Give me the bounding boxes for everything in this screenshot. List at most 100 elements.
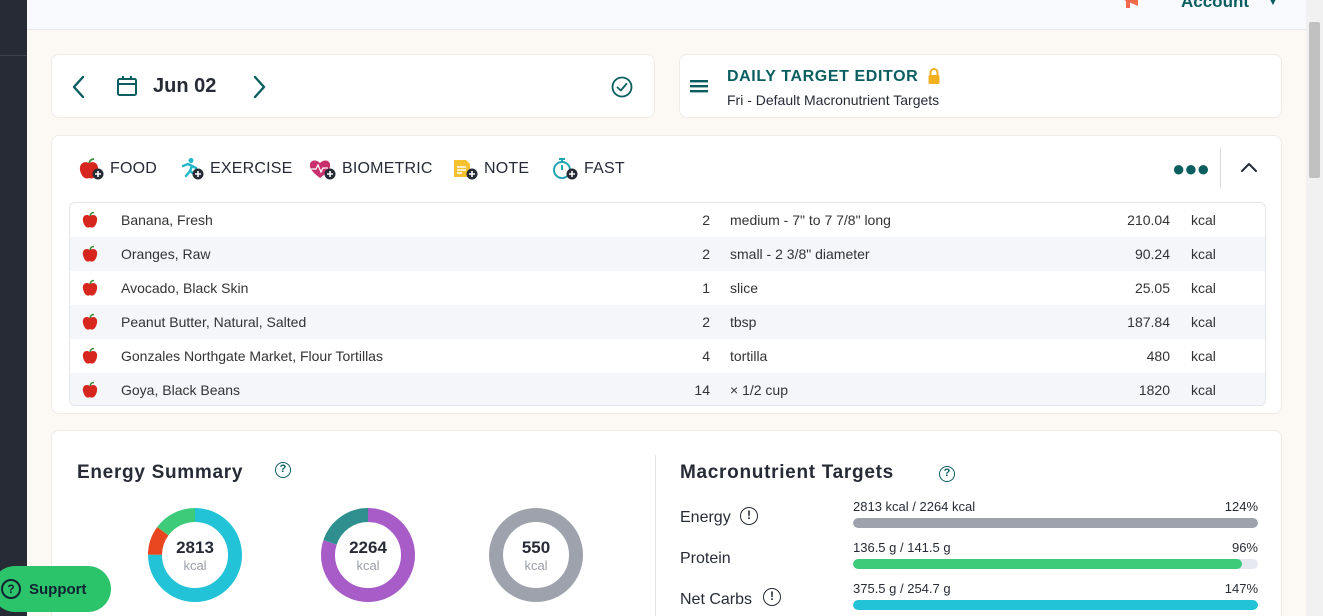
entry-unit: × 1/2 cup bbox=[730, 382, 788, 398]
entry-calorie-unit: kcal bbox=[1191, 246, 1216, 262]
target-editor-subtitle: Fri - Default Macronutrient Targets bbox=[727, 92, 940, 108]
entry-quantity: 2 bbox=[702, 314, 710, 330]
remaining-unit: kcal bbox=[524, 558, 548, 573]
energy-summary-title: Energy Summary bbox=[77, 462, 244, 483]
info-icon[interactable]: ! bbox=[763, 588, 781, 606]
entry-calorie-unit: kcal bbox=[1191, 314, 1216, 330]
energy-target-label: Energy bbox=[680, 509, 731, 526]
calendar-icon[interactable] bbox=[116, 75, 138, 97]
table-row[interactable]: Oranges, Raw 2 small - 2 3/8" diameter 9… bbox=[70, 237, 1265, 271]
target-editor-title: DAILY TARGET EDITOR bbox=[727, 68, 919, 85]
entry-calorie-unit: kcal bbox=[1191, 212, 1216, 228]
energy-target-percent: 124% bbox=[1224, 499, 1258, 514]
table-row[interactable]: Gonzales Northgate Market, Flour Tortill… bbox=[70, 339, 1265, 373]
current-date[interactable]: Jun 02 bbox=[153, 75, 216, 98]
entry-name: Oranges, Raw bbox=[121, 246, 211, 262]
entry-unit: slice bbox=[730, 280, 759, 296]
entry-quantity: 4 bbox=[702, 348, 710, 364]
runner-add-icon bbox=[181, 158, 204, 180]
scrollbar[interactable] bbox=[1306, 0, 1323, 616]
diary-entries-table: Banana, Fresh 2 medium - 7" to 7 7/8" lo… bbox=[69, 202, 1266, 406]
entry-name: Avocado, Black Skin bbox=[121, 280, 249, 296]
table-row[interactable]: Avocado, Black Skin 1 slice 25.05 kcal bbox=[70, 271, 1265, 305]
entry-unit: tortilla bbox=[730, 348, 768, 364]
add-biometric-label: BIOMETRIC bbox=[342, 160, 433, 177]
top-bar: Account ▼ bbox=[27, 0, 1306, 30]
toolbar-divider bbox=[1220, 148, 1221, 188]
column-divider bbox=[655, 455, 656, 616]
apple-icon bbox=[82, 313, 98, 330]
add-fast-button[interactable]: FAST bbox=[552, 156, 625, 182]
net-carbs-target-values: 375.5 g / 254.7 g bbox=[853, 581, 951, 596]
burned-donut[interactable]: 2264 kcal bbox=[318, 505, 418, 605]
lock-icon bbox=[928, 68, 940, 84]
daily-target-editor[interactable]: DAILY TARGET EDITOR Fri - Default Macron… bbox=[679, 54, 1282, 118]
chevron-left-icon[interactable] bbox=[70, 74, 88, 100]
energy-progress-bar bbox=[853, 518, 1258, 528]
entry-calories: 25.05 bbox=[1134, 280, 1170, 296]
entry-name: Banana, Fresh bbox=[121, 212, 213, 228]
chevron-down-icon[interactable]: ▼ bbox=[1267, 0, 1279, 8]
entry-calorie-unit: kcal bbox=[1191, 382, 1216, 398]
apple-icon bbox=[82, 279, 98, 296]
chevron-up-icon[interactable] bbox=[1240, 161, 1258, 173]
add-exercise-button[interactable]: EXERCISE bbox=[178, 156, 293, 182]
heart-pulse-add-icon bbox=[309, 160, 336, 180]
more-options-icon[interactable]: ●●● bbox=[1172, 156, 1210, 182]
protein-target-percent: 96% bbox=[1231, 540, 1258, 555]
burned-unit: kcal bbox=[356, 558, 380, 573]
help-icon[interactable]: ? bbox=[275, 462, 291, 478]
apple-add-icon bbox=[79, 158, 104, 180]
apple-icon bbox=[82, 381, 98, 398]
add-biometric-button[interactable]: BIOMETRIC bbox=[308, 156, 433, 182]
macronutrient-targets-title: Macronutrient Targets bbox=[680, 462, 894, 483]
entry-calories: 480 bbox=[1146, 348, 1170, 364]
day-complete-check-icon[interactable] bbox=[610, 75, 634, 99]
remaining-donut[interactable]: 550 kcal bbox=[486, 505, 586, 605]
entry-quantity: 2 bbox=[702, 246, 710, 262]
protein-progress-bar bbox=[853, 559, 1258, 569]
add-note-button[interactable]: NOTE bbox=[452, 156, 529, 182]
sidebar-divider bbox=[0, 55, 27, 56]
help-icon[interactable]: ? bbox=[939, 466, 955, 482]
question-icon: ? bbox=[1, 579, 21, 599]
support-button[interactable]: ? Support bbox=[0, 566, 111, 612]
entry-calories: 210.04 bbox=[1127, 212, 1170, 228]
menu-icon[interactable] bbox=[689, 77, 709, 95]
summary-panel: Energy Summary ? 2813 kcal 2264 kcal 550… bbox=[51, 430, 1282, 616]
note-add-icon bbox=[454, 160, 478, 180]
apple-icon bbox=[82, 245, 98, 262]
add-fast-label: FAST bbox=[584, 160, 625, 177]
entry-name: Peanut Butter, Natural, Salted bbox=[121, 314, 307, 330]
entry-quantity: 2 bbox=[702, 212, 710, 228]
left-sidebar bbox=[0, 0, 27, 616]
info-icon[interactable]: ! bbox=[740, 507, 758, 525]
entry-unit: medium - 7" to 7 7/8" long bbox=[730, 212, 891, 228]
entry-calories: 187.84 bbox=[1127, 314, 1170, 330]
add-exercise-label: EXERCISE bbox=[210, 160, 293, 177]
chevron-right-icon[interactable] bbox=[250, 74, 268, 100]
food-diary: FOOD EXERCISE BIOMETRIC NOTE FAST ●●● Ba… bbox=[51, 135, 1282, 414]
burned-value: 2264 bbox=[349, 538, 387, 557]
notification-icon[interactable] bbox=[1120, 0, 1146, 12]
entry-quantity: 1 bbox=[702, 280, 710, 296]
entry-name: Gonzales Northgate Market, Flour Tortill… bbox=[121, 348, 383, 364]
account-menu[interactable]: Account bbox=[1181, 0, 1249, 12]
apple-icon bbox=[82, 347, 98, 364]
scrollbar-thumb[interactable] bbox=[1309, 22, 1320, 178]
consumed-donut[interactable]: 2813 kcal bbox=[145, 505, 245, 605]
table-row[interactable]: Peanut Butter, Natural, Salted 2 tbsp 18… bbox=[70, 305, 1265, 339]
remaining-value: 550 bbox=[521, 538, 551, 557]
net-carbs-target-label: Net Carbs bbox=[680, 591, 753, 608]
add-note-label: NOTE bbox=[484, 160, 530, 177]
add-food-button[interactable]: FOOD bbox=[78, 156, 157, 182]
table-row[interactable]: Goya, Black Beans 14 × 1/2 cup 1820 kcal bbox=[70, 373, 1265, 405]
protein-target-values: 136.5 g / 141.5 g bbox=[853, 540, 951, 555]
entry-unit: tbsp bbox=[730, 314, 757, 330]
entry-quantity: 14 bbox=[694, 382, 710, 398]
entry-calorie-unit: kcal bbox=[1191, 348, 1216, 364]
table-row[interactable]: Banana, Fresh 2 medium - 7" to 7 7/8" lo… bbox=[70, 203, 1265, 237]
energy-target-values: 2813 kcal / 2264 kcal bbox=[853, 499, 976, 514]
consumed-unit: kcal bbox=[183, 558, 207, 573]
support-label: Support bbox=[29, 580, 87, 598]
